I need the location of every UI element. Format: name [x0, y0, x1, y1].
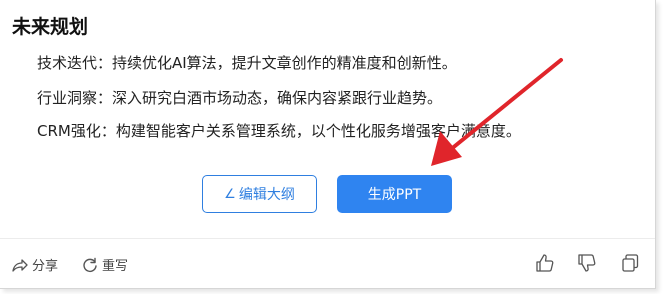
thumbs-up-icon[interactable] [535, 253, 555, 273]
answer-card: 未来规划 技术迭代：持续优化AI算法，提升文章创作的精准度和创新性。 行业洞察：… [0, 0, 656, 289]
refresh-icon [83, 257, 97, 272]
plan-item-crm: CRM强化：构建智能客户关系管理系统，以个性化服务增强客户满意度。 [37, 122, 521, 140]
rewrite-button[interactable]: 重写 [82, 255, 128, 274]
edit-outline-button[interactable]: ∠ 编辑大纲 [202, 175, 317, 213]
copy-icon[interactable] [620, 253, 640, 273]
share-icon [12, 258, 28, 272]
footer-divider [0, 238, 655, 239]
share-label: 分享 [32, 259, 59, 274]
share-button[interactable]: 分享 [12, 255, 58, 274]
section-title: 未来规划 [12, 16, 89, 38]
plan-item-industry: 行业洞察：深入研究白酒市场动态，确保内容紧跟行业趋势。 [37, 89, 443, 107]
edit-outline-label: 编辑大纲 [238, 187, 295, 203]
pen-icon: ∠ [224, 186, 236, 202]
generate-ppt-button[interactable]: 生成PPT [337, 175, 452, 213]
plan-item-tech: 技术迭代：持续优化AI算法，提升文章创作的精准度和创新性。 [37, 54, 457, 72]
thumbs-down-icon[interactable] [577, 253, 597, 273]
generate-ppt-label: 生成PPT [367, 187, 422, 203]
rewrite-label: 重写 [102, 259, 129, 274]
